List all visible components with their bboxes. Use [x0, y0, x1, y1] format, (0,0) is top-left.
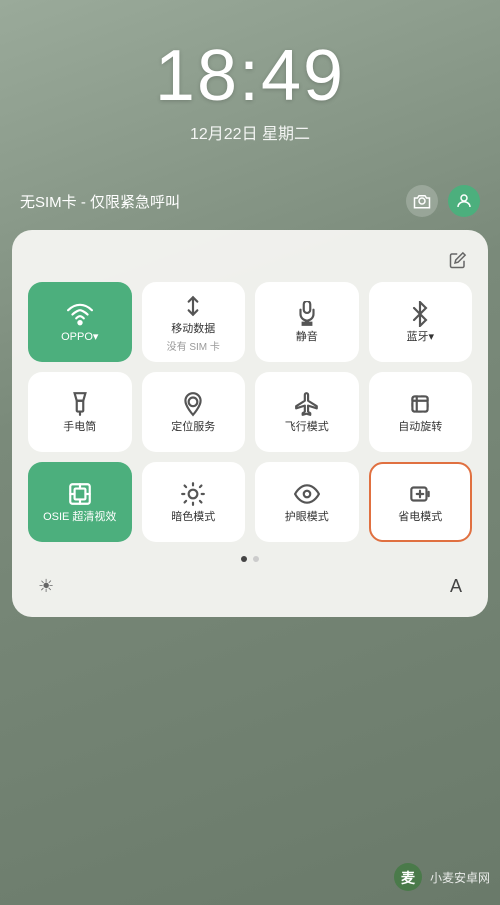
dot-1[interactable] — [241, 556, 247, 562]
tile-silent-label: 静音 — [296, 331, 318, 344]
user-button[interactable] — [448, 185, 480, 217]
tile-bluetooth[interactable]: 蓝牙▾ — [369, 282, 473, 362]
tile-osie-label: OSIE 超清视效 — [43, 511, 116, 524]
tiles-grid: OPPO▾ 移动数据 没有 SIM 卡 静音 蓝牙▾ — [28, 282, 472, 542]
top-bar: 无SIM卡 - 仅限紧急呼叫 — [20, 185, 480, 217]
tile-eye-care-label: 护眼模式 — [285, 511, 329, 524]
tile-mobile-data-sublabel: 没有 SIM 卡 — [167, 338, 220, 353]
watermark-logo: 麦 — [392, 861, 424, 893]
tile-mobile-data[interactable]: 移动数据 没有 SIM 卡 — [142, 282, 246, 362]
tile-mobile-data-label: 移动数据 — [171, 323, 215, 336]
time-display: 18:49 — [0, 40, 500, 112]
sim-status: 无SIM卡 - 仅限紧急呼叫 — [20, 191, 180, 212]
tile-dark-mode[interactable]: 暗色模式 — [142, 462, 246, 542]
svg-text:麦: 麦 — [401, 870, 416, 886]
panel-edit-row — [28, 246, 472, 274]
brightness-icon[interactable]: ☀ — [38, 576, 54, 597]
tile-dark-mode-label: 暗色模式 — [171, 511, 215, 524]
tile-airplane-label: 飞行模式 — [285, 421, 329, 434]
watermark: 麦 小麦安卓网 — [392, 861, 490, 893]
tile-airplane[interactable]: 飞行模式 — [255, 372, 359, 452]
font-size-button[interactable]: A — [450, 576, 462, 597]
tile-silent[interactable]: 静音 — [255, 282, 359, 362]
status-time: 18:49 12月22日 星期二 — [0, 40, 500, 144]
tile-auto-rotate[interactable]: 自动旋转 — [369, 372, 473, 452]
tile-location-label: 定位服务 — [171, 421, 215, 434]
edit-button[interactable] — [444, 246, 472, 274]
tile-flashlight[interactable]: 手电筒 — [28, 372, 132, 452]
watermark-text: 小麦安卓网 — [430, 869, 490, 886]
page-dots — [28, 556, 472, 562]
tile-bluetooth-label: 蓝牙▾ — [406, 331, 434, 344]
tile-battery-saver[interactable]: 省电模式 — [369, 462, 473, 542]
bottom-bar: ☀ A — [28, 576, 472, 597]
date-display: 12月22日 星期二 — [0, 120, 500, 144]
tile-flashlight-label: 手电筒 — [63, 421, 96, 434]
camera-button[interactable] — [406, 185, 438, 217]
tile-wifi-label: OPPO▾ — [61, 331, 98, 344]
tile-eye-care[interactable]: 护眼模式 — [255, 462, 359, 542]
top-icons — [406, 185, 480, 217]
dot-2[interactable] — [253, 556, 259, 562]
control-panel: OPPO▾ 移动数据 没有 SIM 卡 静音 蓝牙▾ — [12, 230, 488, 617]
tile-auto-rotate-label: 自动旋转 — [398, 421, 442, 434]
tile-battery-saver-label: 省电模式 — [398, 511, 442, 524]
tile-location[interactable]: 定位服务 — [142, 372, 246, 452]
tile-osie[interactable]: OSIE 超清视效 — [28, 462, 132, 542]
tile-wifi[interactable]: OPPO▾ — [28, 282, 132, 362]
